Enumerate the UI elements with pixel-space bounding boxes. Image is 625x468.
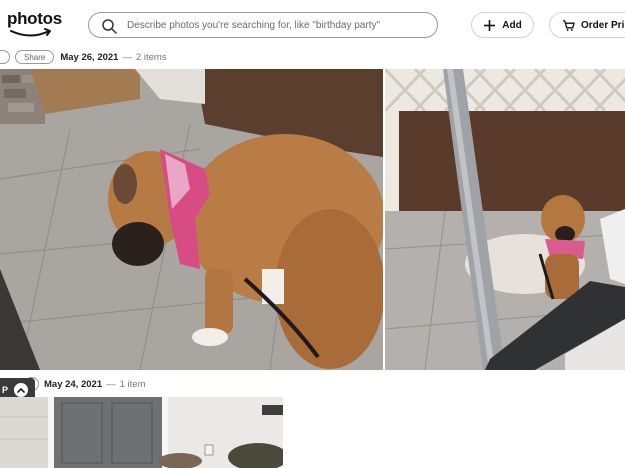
- smile-icon: [10, 28, 51, 37]
- search-icon: [102, 19, 117, 34]
- photo-thumbnail[interactable]: [385, 69, 625, 370]
- order-prints-label: Order Prints: [581, 19, 625, 31]
- group-select-checkbox[interactable]: [0, 50, 10, 64]
- photo-thumbnail[interactable]: [0, 69, 383, 370]
- date-group-header: Share May 26, 2021 — 2 items: [0, 49, 167, 65]
- search-input[interactable]: [127, 16, 427, 34]
- cart-icon: [562, 19, 575, 31]
- dog-photo-image: [385, 69, 625, 370]
- photo-thumbnail[interactable]: [0, 397, 283, 468]
- logo-text: photos: [7, 9, 62, 28]
- group-date: May 26, 2021: [60, 51, 119, 63]
- photos-logo[interactable]: photos: [7, 10, 63, 38]
- add-button-label: Add: [502, 19, 522, 31]
- dog-photo-image: [0, 69, 383, 370]
- group-separator: —: [122, 51, 132, 63]
- search-bar[interactable]: [88, 12, 438, 38]
- order-prints-button[interactable]: Order Prints: [549, 12, 625, 38]
- group-item-count: 1 item: [119, 378, 146, 390]
- share-button[interactable]: Share: [15, 50, 55, 64]
- door-photo-image: [0, 397, 283, 468]
- group-item-count: 2 items: [135, 51, 167, 63]
- add-button[interactable]: Add: [471, 12, 534, 38]
- group-date: May 24, 2021: [44, 378, 103, 390]
- group-separator: —: [106, 378, 116, 390]
- chevron-up-icon[interactable]: [14, 383, 29, 397]
- floating-label: P: [2, 385, 9, 395]
- app-header: photos Add Order Prints: [0, 0, 625, 50]
- plus-icon: [484, 19, 496, 31]
